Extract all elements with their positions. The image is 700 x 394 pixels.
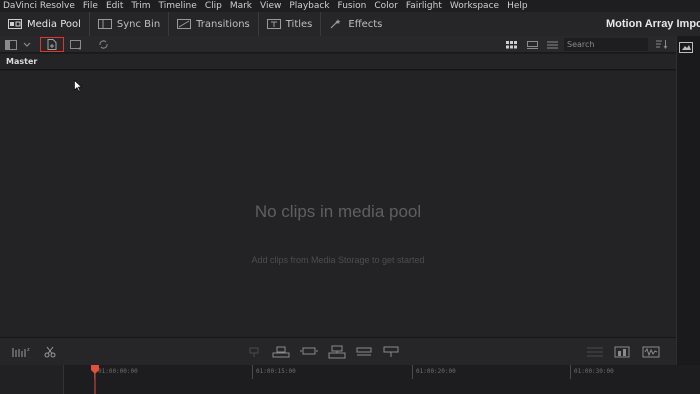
sync-bin-label: Sync Bin	[116, 18, 161, 30]
transitions-icon	[177, 19, 192, 29]
timecode-label: 01:00:15:00	[256, 368, 296, 375]
sync-icon[interactable]	[95, 38, 111, 51]
titles-button[interactable]: Titles	[259, 12, 322, 36]
timecode-label: 01:00:20:00	[416, 368, 456, 375]
media-pool-label: Media Pool	[27, 18, 81, 30]
media-pool-icon	[8, 19, 22, 29]
import-media-button[interactable]	[40, 37, 64, 52]
playhead[interactable]	[91, 365, 99, 394]
titles-label: Titles	[285, 18, 313, 30]
menu-fusion[interactable]: Fusion	[338, 0, 367, 12]
edit-toolbar: z	[0, 337, 676, 365]
overwrite-clip-icon[interactable]	[272, 345, 290, 359]
stacked-timeline-icon[interactable]	[614, 345, 630, 359]
timecode-label: 01:00:30:00	[574, 368, 614, 375]
filmstrip-view-icon[interactable]	[524, 38, 540, 51]
effects-icon	[329, 19, 343, 29]
thumbnail-view-icon[interactable]	[503, 38, 519, 51]
import-media-icon	[47, 39, 57, 50]
menu-bar: DaVinci Resolve File Edit Trim Timeline …	[0, 0, 700, 12]
menu-timeline[interactable]: Timeline	[159, 0, 197, 12]
search-input[interactable]: Search	[564, 38, 648, 51]
menu-mark[interactable]: Mark	[230, 0, 252, 12]
empty-state-title: No clips in media pool	[254, 202, 422, 221]
svg-text:z: z	[27, 347, 30, 353]
project-title: Motion Array Impo	[606, 18, 700, 30]
menu-help[interactable]: Help	[507, 0, 528, 12]
menu-workspace[interactable]: Workspace	[450, 0, 499, 12]
timeline-ruler[interactable]: 01:00:00:00 01:00:15:00 01:00:20:00 01:0…	[66, 365, 700, 379]
transitions-label: Transitions	[196, 18, 250, 30]
media-pool-button[interactable]: Media Pool	[0, 12, 90, 36]
media-pool-toolbar: Search	[0, 36, 700, 53]
waveform-view-icon[interactable]	[642, 345, 660, 359]
replace-clip-icon[interactable]	[299, 345, 319, 359]
sync-bin-button[interactable]: Sync Bin	[90, 12, 170, 36]
insert-clip-icon[interactable]	[246, 345, 262, 359]
bin-name[interactable]: Master	[0, 54, 676, 70]
append-clip-icon[interactable]	[356, 345, 372, 359]
razor-icon[interactable]	[43, 345, 57, 359]
effects-button[interactable]: Effects	[321, 12, 390, 36]
ruler-tick	[570, 365, 571, 379]
mouse-cursor-icon	[74, 77, 83, 96]
effects-label: Effects	[348, 18, 383, 30]
menu-edit[interactable]: Edit	[106, 0, 123, 12]
menu-fairlight[interactable]: Fairlight	[406, 0, 442, 12]
menu-playback[interactable]: Playback	[289, 0, 329, 12]
ruler-tick	[252, 365, 253, 379]
menu-file[interactable]: File	[83, 0, 98, 12]
timeline-options-icon[interactable]: z	[12, 345, 32, 359]
right-panel-strip	[676, 36, 700, 394]
list-view-icon[interactable]	[544, 38, 560, 51]
menu-clip[interactable]: Clip	[205, 0, 222, 12]
titles-icon	[266, 19, 281, 29]
timeline[interactable]: 01:00:00:00 01:00:15:00 01:00:20:00 01:0…	[0, 365, 700, 394]
main-toolbar: Media Pool Sync Bin Transitions Titles E…	[0, 12, 700, 36]
timecode-label: 01:00:00:00	[98, 368, 138, 375]
viewer-toggle-icon[interactable]	[679, 38, 695, 53]
chevron-down-icon[interactable]	[19, 38, 35, 51]
place-on-top-icon[interactable]	[328, 345, 346, 359]
ruler-tick	[412, 365, 413, 379]
sort-icon[interactable]	[654, 38, 670, 51]
menu-color[interactable]: Color	[374, 0, 398, 12]
menu-view[interactable]: View	[260, 0, 281, 12]
track-header	[0, 365, 64, 394]
panel-toggle-icon[interactable]	[3, 38, 19, 51]
ripple-overwrite-icon[interactable]	[383, 345, 399, 359]
track-view-icon[interactable]	[586, 345, 604, 359]
sync-bin-icon	[97, 19, 112, 29]
menu-davinci-resolve[interactable]: DaVinci Resolve	[3, 0, 75, 12]
empty-state-subtitle: Add clips from Media Storage to get star…	[251, 255, 425, 265]
menu-trim[interactable]: Trim	[131, 0, 150, 12]
media-pool-panel: Master No clips in media pool Add clips …	[0, 54, 676, 337]
transitions-button[interactable]: Transitions	[169, 12, 259, 36]
new-bin-icon[interactable]	[68, 38, 84, 51]
